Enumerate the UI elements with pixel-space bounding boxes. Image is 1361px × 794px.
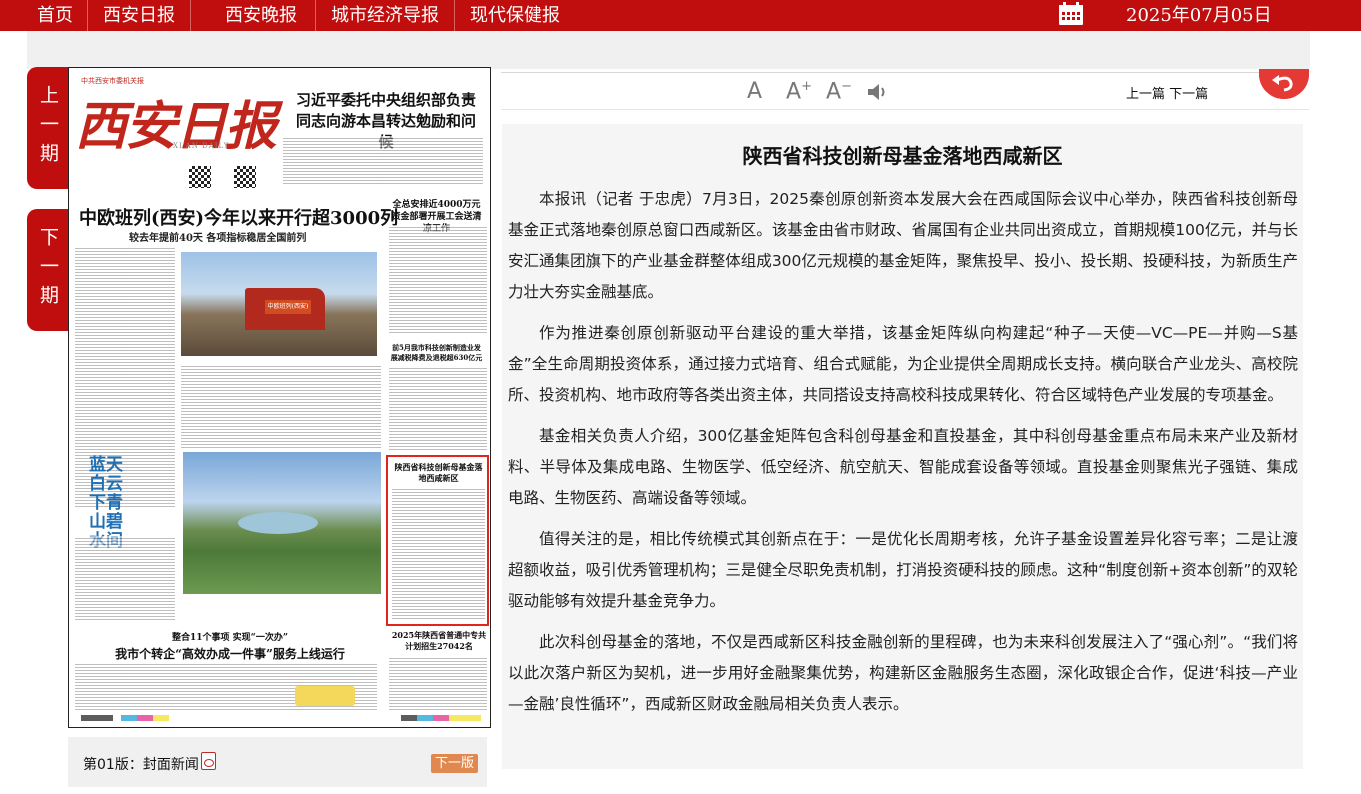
font-normal-button[interactable]: A [747, 79, 762, 104]
article-panel: 陕西省科技创新母基金落地西咸新区 本报讯（记者 于忠虎）7月3日，2025秦创原… [502, 124, 1303, 769]
header-band [27, 31, 1310, 69]
font-larger-label: A [786, 79, 802, 105]
nav-item-xian-daily[interactable]: 西安日报 [87, 0, 190, 31]
paper-subhead-main: 较去年提前40天 各项指标稳居全国前列 [129, 233, 307, 244]
paper-bottom-headline: 我市个转企“高效办成一件事”服务上线运行 [115, 647, 345, 661]
article-paragraph: 作为推进秦创原创新驱动平台建设的重大举措，该基金矩阵纵向构建起“种子—天使—VC… [508, 324, 1298, 404]
text-block [389, 366, 487, 450]
paper-bottom-kicker: 整合11个事项 实现“一次办” [171, 633, 288, 643]
text-block [75, 536, 175, 622]
article-paragraph: 此次科创母基金的落地，不仅是西咸新区科技金融创新的里程碑，也为未来科创发展注入了… [508, 633, 1298, 713]
font-smaller-button[interactable]: A− [826, 79, 852, 104]
train-tag: 中欧班列(西安) [265, 300, 311, 314]
text-block [389, 225, 487, 335]
landscape-photo [183, 452, 381, 594]
article-body: 本报讯（记者 于忠虎）7月3日，2025秦创原创新资本发展大会在西咸国际会议中心… [508, 184, 1298, 730]
speaker-icon[interactable] [867, 83, 889, 101]
nav-item-city-economy[interactable]: 城市经济导报 [315, 0, 454, 31]
current-date: 2025年07月05日 [1126, 4, 1272, 26]
text-block [392, 487, 485, 621]
article-toolbar: A A+ A− 上一篇 下一篇 [501, 69, 1309, 110]
back-icon[interactable] [1259, 69, 1309, 99]
nav-item-modern-health[interactable]: 现代保健报 [454, 0, 575, 31]
qr-code-icon [234, 166, 256, 188]
next-issue-button[interactable]: 下一期 [27, 209, 68, 331]
text-block [181, 364, 381, 448]
prev-issue-label: 上一期 [37, 84, 59, 172]
paper-bottom-right-head: 2025年陕西省普通中专共计划招生27042名 [391, 630, 487, 651]
lake-shape [238, 512, 318, 534]
calendar-icon[interactable] [1058, 2, 1084, 26]
minus-sign-icon: − [841, 79, 852, 94]
plus-sign-icon: + [801, 79, 812, 94]
next-issue-label: 下一期 [37, 226, 59, 314]
promo-badge [295, 686, 355, 706]
pdf-icon[interactable] [201, 752, 216, 770]
paper-logo-sub: XI'AN DAILY [173, 142, 230, 150]
article-paragraph: 基金相关负责人介绍，300亿基金矩阵包含科创母基金和直投基金，其中科创母基金重点… [508, 427, 1298, 507]
page-label-bar: 第01版：封面新闻 下一版 [68, 737, 487, 787]
nav-item-xian-evening[interactable]: 西安晚报 [190, 0, 315, 31]
font-larger-button[interactable]: A+ [786, 79, 812, 104]
article-paragraph: 值得关注的是，相比传统模式其创新点在于：一是优化长周期考核，允许子基金设置差异化… [508, 530, 1298, 610]
page-label[interactable]: 第01版：封面新闻 [83, 754, 199, 774]
paper-right-head-2: 前5月我市科技创新制造业发展减税降费及退税超630亿元 [390, 343, 483, 362]
paper-masthead: 西安日报 XI'AN DAILY [75, 84, 277, 157]
prev-next-article-links[interactable]: 上一篇 下一篇 [1126, 83, 1208, 102]
newspaper-page-thumbnail[interactable]: 中共西安市委机关报 西安日报 XI'AN DAILY 习近平委托中央组织部负责同… [68, 67, 491, 728]
paper-headline-main: 中欧班列(西安)今年以来开行超3000列 [79, 208, 399, 229]
highlighted-article-box[interactable]: 陕西省科技创新母基金落地西咸新区 [386, 455, 489, 626]
top-nav-bar: 首页 西安日报 西安晚报 城市经济导报 现代保健报 2025年07月05日 [0, 0, 1361, 31]
paper-bottom-block: 整合11个事项 实现“一次办” 我市个转企“高效办成一件事”服务上线运行 [85, 630, 375, 662]
nav-item-home[interactable]: 首页 [0, 0, 87, 31]
next-page-button[interactable]: 下一版 [431, 754, 478, 773]
print-color-bar [81, 715, 481, 721]
highlight-title: 陕西省科技创新母基金落地西咸新区 [394, 462, 483, 483]
prev-issue-button[interactable]: 上一期 [27, 67, 68, 189]
article-title: 陕西省科技创新母基金落地西咸新区 [742, 144, 1063, 168]
text-block [389, 656, 487, 710]
text-block [283, 136, 483, 186]
font-smaller-label: A [826, 79, 842, 105]
qr-code-icon [189, 166, 211, 188]
article-paragraph: 本报讯（记者 于忠虎）7月3日，2025秦创原创新资本发展大会在西咸国际会议中心… [508, 190, 1298, 301]
train-photo: 中欧班列(西安) [181, 252, 377, 356]
